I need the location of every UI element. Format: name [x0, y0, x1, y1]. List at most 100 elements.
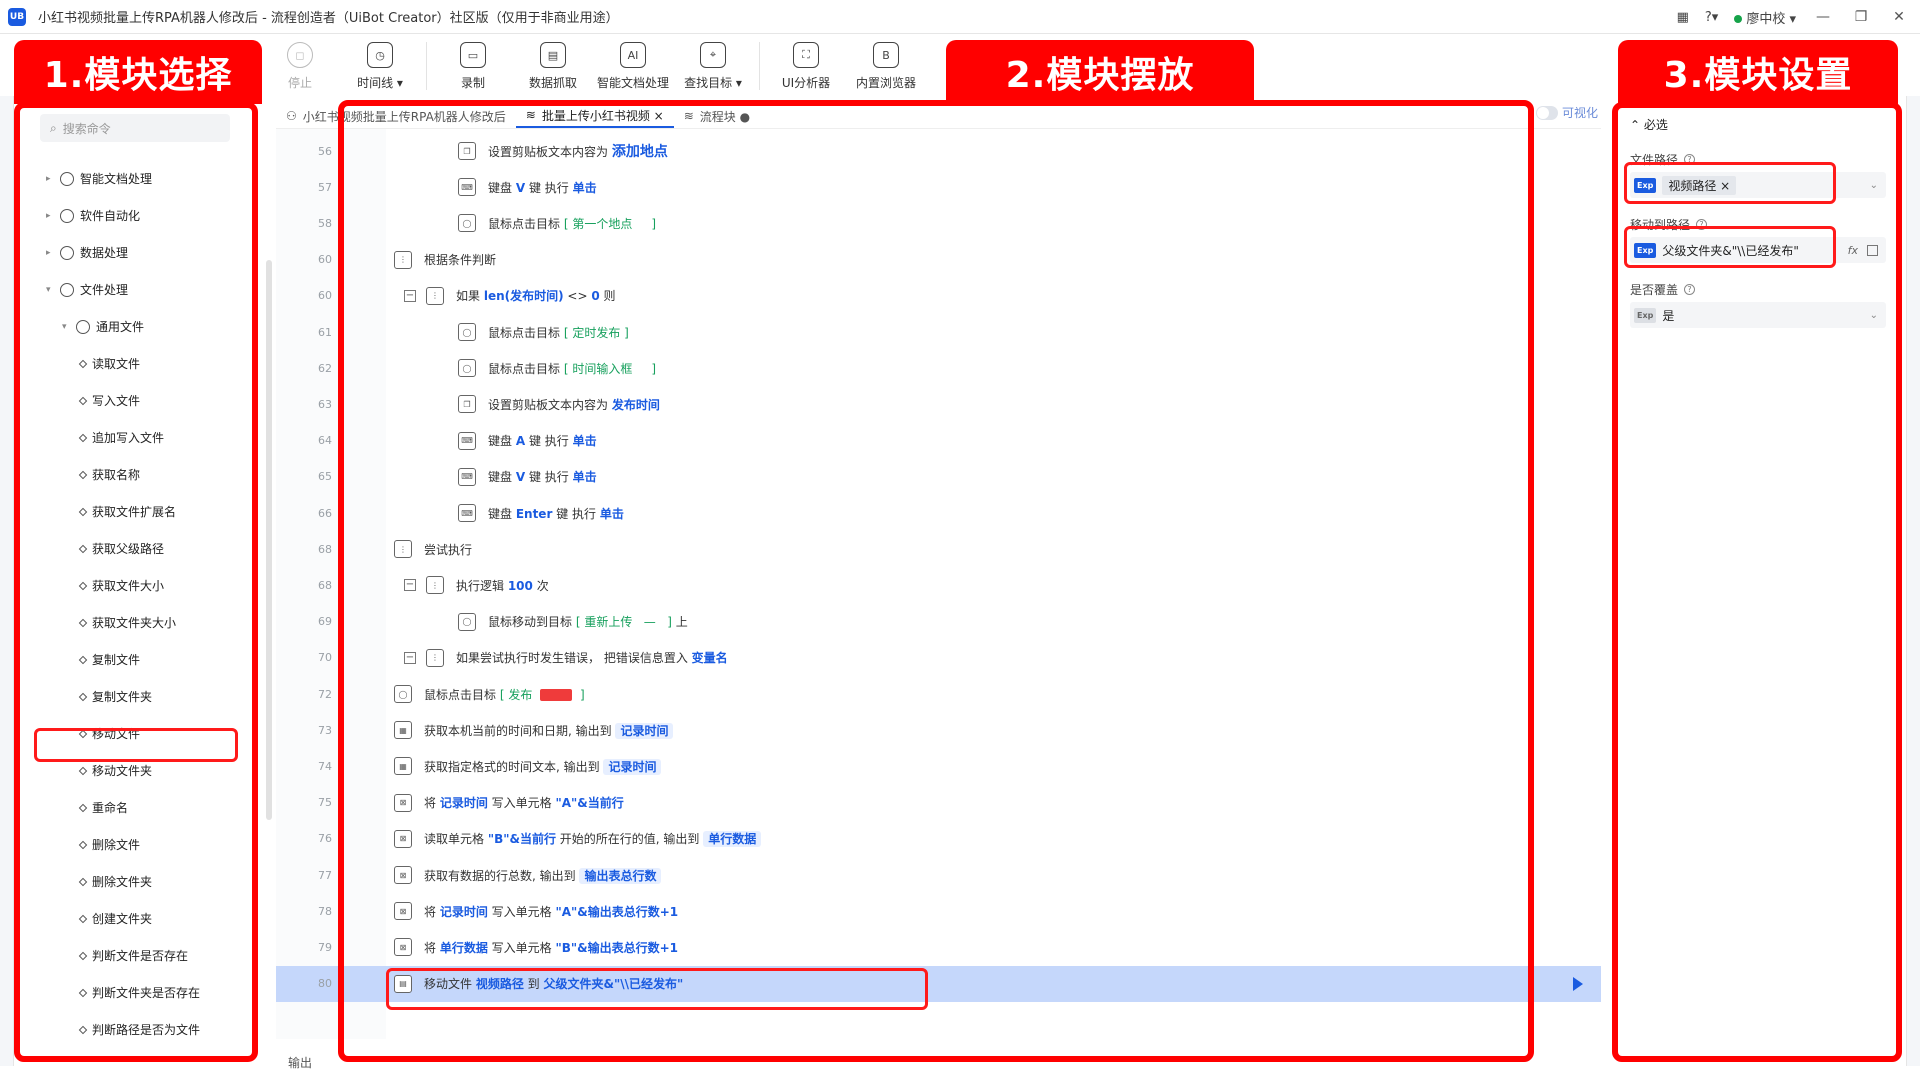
editor-tab[interactable]: ≋ 流程块 ● [674, 104, 760, 128]
exp-badge-icon[interactable]: Exp [1634, 242, 1657, 258]
annotation-label-2: 2.模块摆放 [946, 40, 1254, 104]
command-category[interactable]: ▸ 智能文档处理 [22, 160, 242, 197]
command-item[interactable]: 判断文件是否存在 [22, 937, 242, 974]
flow-block-row[interactable]: 60 − ⋮ 如果 len(发布时间) <> 0 则 [276, 278, 1601, 314]
edit-icon[interactable] [1867, 244, 1878, 256]
flow-block-row[interactable]: 79 ⊠ 将 单行数据 写入单元格 "B"&输出表总行数+1 [276, 929, 1601, 965]
flow-block-row[interactable]: 75 ⊠ 将 记录时间 写入单元格 "A"&当前行 [276, 785, 1601, 821]
command-label: 获取父级路径 [92, 542, 165, 556]
flow-block-row[interactable]: 77 ⊠ 获取有数据的行总数, 输出到 输出表总行数 [276, 857, 1601, 893]
flow-block-row[interactable]: 66 ⌨ 键盘 Enter 键 执行 单击 [276, 495, 1601, 531]
toolbar-clock-button[interactable]: ◷ 时间线 ▾ [340, 36, 420, 91]
overwrite-value: 是 [1662, 308, 1675, 323]
chevron-down-icon[interactable]: ▾ [62, 322, 76, 332]
help-icon[interactable]: ?▾ [1705, 10, 1718, 25]
flow-block-row[interactable]: 57 ⌨ 键盘 V 键 执行 单击 [276, 169, 1601, 205]
minimize-icon[interactable]: — [1812, 9, 1834, 25]
toolbar-ui-analyzer-button[interactable]: ⛶ UI分析器 [766, 36, 846, 91]
command-search-input[interactable]: ⌕ 搜索命令 [40, 114, 230, 142]
command-item[interactable]: 复制文件 [22, 641, 242, 678]
flow-block-row[interactable]: 70 − ⋮ 如果尝试执行时发生错误， 把错误信息置入 变量名 [276, 640, 1601, 676]
collapse-icon[interactable]: − [404, 651, 416, 664]
toggle-switch[interactable] [1536, 105, 1558, 120]
command-item[interactable]: 移动文件 [22, 715, 242, 752]
command-item[interactable]: 获取名称 [22, 456, 242, 493]
help-icon[interactable]: ? [1684, 154, 1696, 165]
flow-block-row[interactable]: 68 − ⋮ 执行逻辑 100 次 [276, 567, 1601, 603]
command-item[interactable]: 追加写入文件 [22, 419, 242, 456]
toolbar-browser-button[interactable]: B 内置浏览器 [846, 36, 926, 91]
flow-block-text: 移动文件 视频路径 到 父级文件夹&"\\已经发布" [424, 977, 684, 992]
command-panel-scrollbar[interactable] [266, 260, 272, 820]
flow-block-row[interactable]: 68 ⋮ 尝试执行 [276, 531, 1601, 567]
flow-block-text: 鼠标点击目标 [ 第一个地点 ] [488, 216, 657, 231]
left-dock-strip[interactable] [0, 96, 14, 1066]
output-panel-tab[interactable]: 输出 [276, 1050, 1601, 1074]
command-item[interactable]: 判断文件夹是否存在 [22, 974, 242, 1011]
flow-block-row[interactable]: 63 ❐ 设置剪贴板文本内容为 发布时间 [276, 386, 1601, 422]
command-item[interactable]: 删除文件 [22, 826, 242, 863]
command-item[interactable]: 移动文件夹 [22, 752, 242, 789]
toolbar-record-button[interactable]: ▭ 录制 [433, 36, 513, 91]
command-category[interactable]: ▸ 数据处理 [22, 234, 242, 271]
flow-block-row[interactable]: 73 ▦ 获取本机当前的时间和日期, 输出到 记录时间 [276, 712, 1601, 748]
chevron-right-icon[interactable]: ▸ [46, 248, 60, 258]
exp-badge-icon[interactable]: Exp [1634, 307, 1657, 323]
command-item[interactable]: 重命名 [22, 789, 242, 826]
move-to-field[interactable]: Exp 父级文件夹&"\\已经发布" fx [1630, 237, 1886, 263]
collapse-icon[interactable]: − [404, 579, 416, 592]
chevron-right-icon[interactable]: ▸ [46, 211, 60, 221]
chevron-right-icon[interactable]: ▸ [46, 174, 60, 184]
flow-block-row[interactable]: 62 ◯ 鼠标点击目标 [ 时间输入框 ] [276, 350, 1601, 386]
command-item[interactable]: 创建文件夹 [22, 900, 242, 937]
command-item[interactable]: 删除文件夹 [22, 863, 242, 900]
command-category[interactable]: ▸ 软件自动化 [22, 197, 242, 234]
toolbar-find-target-button[interactable]: ⌖ 查找目标 ▾ [673, 36, 753, 91]
close-icon[interactable]: ✕ [1888, 9, 1910, 25]
run-block-icon[interactable] [1573, 976, 1583, 991]
editor-tab[interactable]: ⚇ 小红书视频批量上传RPA机器人修改后 [276, 104, 516, 128]
flow-block-row[interactable]: 76 ⊠ 读取单元格 "B"&当前行 开始的所在行的值, 输出到 单行数据 [276, 821, 1601, 857]
required-section-title[interactable]: ⌃ 必选 [1630, 116, 1890, 133]
command-item[interactable]: 获取文件夹大小 [22, 604, 242, 641]
flow-block-row[interactable]: 65 ⌨ 键盘 V 键 执行 单击 [276, 459, 1601, 495]
flow-block-row[interactable]: 80 ▤ 移动文件 视频路径 到 父级文件夹&"\\已经发布" [276, 965, 1601, 1002]
help-icon[interactable]: ? [1696, 219, 1708, 230]
file-path-chip[interactable]: 视频路径 × [1662, 175, 1737, 195]
command-item[interactable]: 获取文件大小 [22, 567, 242, 604]
right-dock-strip[interactable] [1906, 96, 1920, 1066]
command-item[interactable]: 复制文件夹 [22, 678, 242, 715]
flow-block-row[interactable]: 61 ◯ 鼠标点击目标 [ 定时发布 ] [276, 314, 1601, 350]
toolbar-ai-doc-button[interactable]: AI 智能文档处理 [593, 36, 673, 91]
flow-block-row[interactable]: 56 ❐ 设置剪贴板文本内容为 添加地点 [276, 133, 1601, 169]
chevron-down-icon[interactable]: ⌄ [1870, 310, 1878, 321]
command-item[interactable]: 读取文件 [22, 345, 242, 382]
command-category[interactable]: ▾ 通用文件 [22, 308, 242, 345]
exp-badge-icon[interactable]: Exp [1634, 177, 1657, 193]
command-category[interactable]: ▾ 文件处理 [22, 271, 242, 308]
flow-block-row[interactable]: 69 ◯ 鼠标移动到目标 [ 重新上传 — ] 上 [276, 604, 1601, 640]
command-item[interactable]: 获取父级路径 [22, 530, 242, 567]
file-path-field[interactable]: Exp 视频路径 × ⌄ [1630, 172, 1886, 198]
maximize-icon[interactable]: ❐ [1850, 9, 1872, 25]
flow-block-row[interactable]: 64 ⌨ 键盘 A 键 执行 单击 [276, 423, 1601, 459]
toolbar-data-scrape-button[interactable]: ▤ 数据抓取 [513, 36, 593, 91]
flow-block-row[interactable]: 58 ◯ 鼠标点击目标 [ 第一个地点 ] [276, 205, 1601, 241]
flow-block-row[interactable]: 78 ⊠ 将 记录时间 写入单元格 "A"&输出表总行数+1 [276, 893, 1601, 929]
command-item[interactable]: 判断路径是否为文件 [22, 1011, 242, 1048]
chevron-down-icon[interactable]: ▾ [46, 285, 60, 295]
overwrite-select[interactable]: Exp 是 ⌄ [1630, 302, 1886, 328]
editor-tab[interactable]: ≋ 批量上传小红书视频 × [515, 104, 674, 128]
command-item[interactable]: 获取文件扩展名 [22, 493, 242, 530]
user-menu[interactable]: 廖中校 ▾ [1734, 8, 1796, 27]
collapse-icon[interactable]: − [404, 289, 416, 302]
visualize-toggle[interactable]: 可视化 [1536, 104, 1598, 121]
command-item[interactable]: 写入文件 [22, 382, 242, 419]
fx-icon[interactable]: fx [1848, 244, 1858, 257]
flow-block-row[interactable]: 60 ⋮ 根据条件判断 [276, 242, 1601, 278]
chevron-down-icon[interactable]: ⌄ [1870, 180, 1878, 191]
help-icon[interactable]: ? [1684, 284, 1696, 295]
grid-icon[interactable]: ▦ [1677, 10, 1689, 25]
flow-block-row[interactable]: 74 ▦ 获取指定格式的时间文本, 输出到 记录时间 [276, 748, 1601, 784]
flow-block-row[interactable]: 72 ◯ 鼠标点击目标 [ 发布 ] [276, 676, 1601, 712]
